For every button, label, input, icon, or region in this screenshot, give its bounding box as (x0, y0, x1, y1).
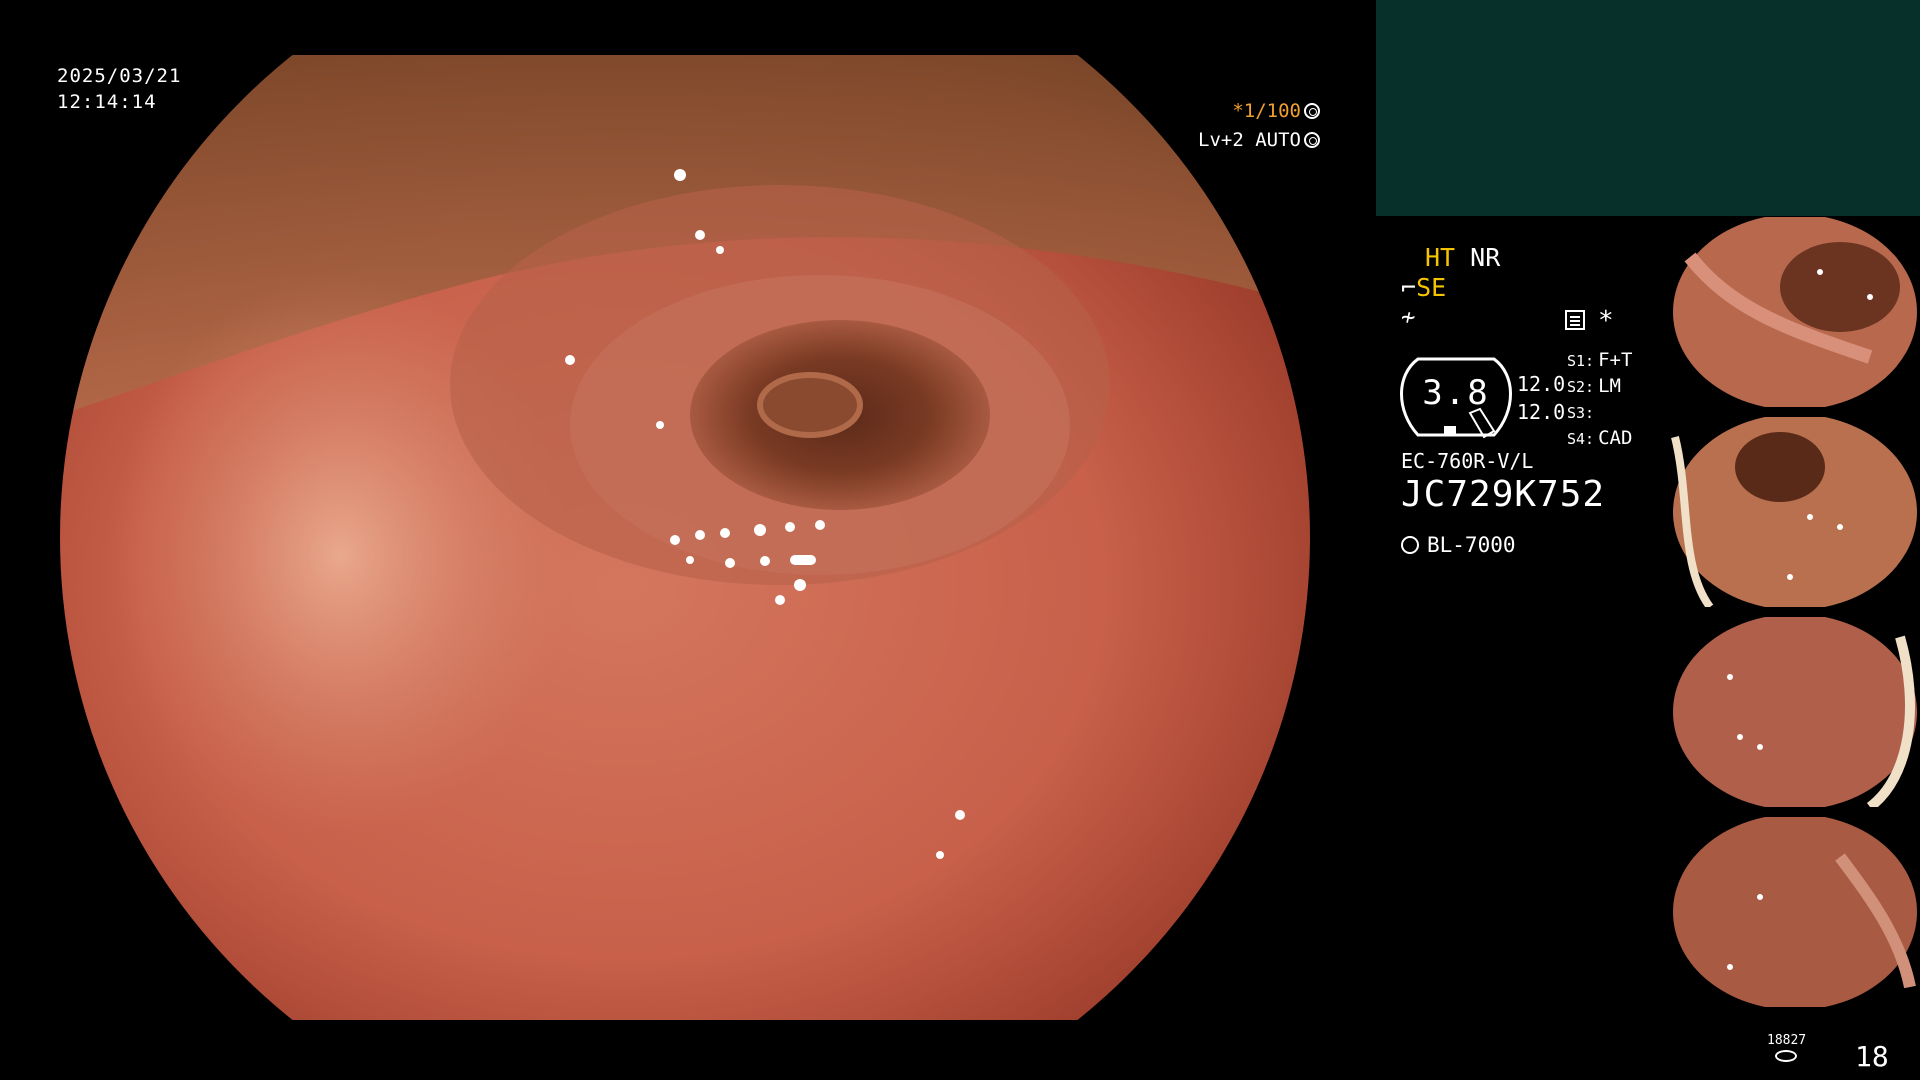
captured-thumbnail[interactable] (1670, 417, 1920, 607)
captured-thumbnail[interactable] (1670, 217, 1920, 407)
exposure-level: Lv+2 AUTO (1198, 129, 1301, 151)
scope-switch-slots: S1: F+T S2: LM S3: S4: CAD (1567, 348, 1632, 452)
mode-nr: NR (1470, 243, 1501, 272)
mode-se: SE (1416, 273, 1447, 302)
captured-thumbnail[interactable] (1670, 617, 1920, 807)
light-source-label: BL-7000 (1427, 533, 1516, 557)
time-text: 12:14:14 (57, 91, 157, 113)
ratio-2: 12.0 (1517, 400, 1566, 424)
structure-icon: ⌐ (1401, 273, 1417, 302)
shutter-speed: *1/100 (1232, 100, 1301, 122)
mode-se-line: ⌐SE (1401, 273, 1446, 302)
endoscopy-screen: 2025/03/21 12:14:14 *1/100 Lv+2 AUTO HT … (0, 0, 1920, 1080)
light-source: BL-7000 (1401, 533, 1516, 557)
date-text: 2025/03/21 (57, 65, 182, 87)
menu-icon (1565, 310, 1585, 330)
captured-thumbnail[interactable] (1670, 817, 1920, 1007)
slot-s4: S4: CAD (1567, 427, 1633, 449)
color-mode-icon: ≁ (1401, 303, 1416, 331)
light-source-icon (1401, 536, 1419, 554)
top-right-panel (1376, 0, 1920, 216)
image-counter-small: 18827 (1767, 1033, 1807, 1048)
asterisk-icon: * (1598, 306, 1614, 336)
mode-ht-nr: HT NR (1425, 243, 1500, 272)
datetime-overlay: 2025/03/21 12:14:14 (57, 63, 181, 115)
auto-exposure-icon (1304, 132, 1320, 148)
scope-model: EC-760R-V/L (1401, 449, 1534, 473)
aperture-icon (1304, 103, 1320, 119)
slot-s2: S2: LM (1567, 375, 1621, 397)
gauge-value: 3.8 (1422, 373, 1490, 413)
main-endoscopic-view (60, 55, 1310, 1020)
ratio-1: 12.0 (1517, 372, 1566, 396)
disk-icon (1775, 1050, 1797, 1062)
image-counter: 18 (1855, 1040, 1889, 1073)
slot-s1: S1: F+T (1567, 349, 1633, 371)
mode-ht: HT (1425, 243, 1456, 272)
scope-serial: JC729K752 (1401, 474, 1606, 515)
slot-s3: S3: (1567, 404, 1595, 422)
capture-info: *1/100 Lv+2 AUTO (1198, 97, 1320, 155)
